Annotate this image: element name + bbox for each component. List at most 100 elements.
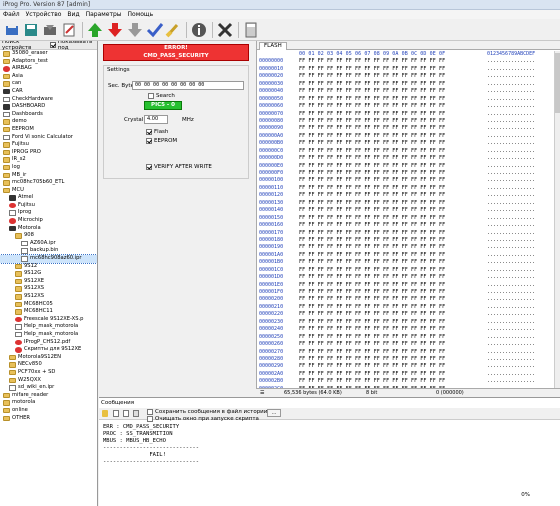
- hex-bytes[interactable]: FF FF FF FF FF FF FF FF FF FF FF FF FF F…: [299, 103, 445, 110]
- hex-row[interactable]: 00000290 FF FF FF FF FF FF FF FF FF FF FF…: [257, 363, 560, 370]
- hex-bytes[interactable]: FF FF FF FF FF FF FF FF FF FF FF FF FF F…: [299, 192, 445, 199]
- tree-item[interactable]: Asia: [0, 73, 97, 81]
- hex-row[interactable]: 000000E0 FF FF FF FF FF FF FF FF FF FF FF…: [257, 163, 560, 170]
- hex-row[interactable]: 00000280 FF FF FF FF FF FF FF FF FF FF FF…: [257, 356, 560, 363]
- hex-bytes[interactable]: FF FF FF FF FF FF FF FF FF FF FF FF FF F…: [299, 185, 445, 192]
- hex-row[interactable]: 000000A0 FF FF FF FF FF FF FF FF FF FF FF…: [257, 133, 560, 140]
- hex-scrollbar-thumb[interactable]: [555, 53, 560, 113]
- info-icon[interactable]: [190, 21, 208, 39]
- tree-item[interactable]: Dashboards: [0, 111, 97, 119]
- hex-row[interactable]: 00000210 FF FF FF FF FF FF FF FF FF FF FF…: [257, 304, 560, 311]
- tree-item[interactable]: IPROG PRO: [0, 149, 97, 157]
- save-history-row[interactable]: Сохранить сообщения в файл истории: [147, 409, 267, 415]
- tab-flash[interactable]: FLASH: [259, 42, 287, 50]
- tree-item[interactable]: 9S12XS: [0, 293, 97, 301]
- hex-row[interactable]: 00000060 FF FF FF FF FF FF FF FF FF FF FF…: [257, 103, 560, 110]
- tree-item[interactable]: Motorola9S12EN: [0, 354, 97, 362]
- hex-bytes[interactable]: FF FF FF FF FF FF FF FF FF FF FF FF FF F…: [299, 118, 445, 125]
- hex-bytes[interactable]: FF FF FF FF FF FF FF FF FF FF FF FF FF F…: [299, 155, 445, 162]
- hex-row[interactable]: 00000250 FF FF FF FF FF FF FF FF FF FF FF…: [257, 334, 560, 341]
- browse-button[interactable]: …: [267, 409, 281, 417]
- tree-item[interactable]: Help_mask_motorola: [0, 323, 97, 331]
- tree-item[interactable]: Motorola: [0, 225, 97, 233]
- hex-row[interactable]: 00000020 FF FF FF FF FF FF FF FF FF FF FF…: [257, 73, 560, 80]
- flash-checkbox-row[interactable]: Flash: [146, 129, 168, 135]
- tree-item[interactable]: CheckHardware: [0, 96, 97, 104]
- eeprom-checkbox-row[interactable]: EEPROM: [146, 138, 177, 144]
- tree-item[interactable]: Fujitsu: [0, 202, 97, 210]
- hex-bytes[interactable]: FF FF FF FF FF FF FF FF FF FF FF FF FF F…: [299, 326, 445, 333]
- hex-row[interactable]: 00000230 FF FF FF FF FF FF FF FF FF FF FF…: [257, 319, 560, 326]
- hex-row[interactable]: 000001F0 FF FF FF FF FF FF FF FF FF FF FF…: [257, 289, 560, 296]
- hex-row[interactable]: 00000150 FF FF FF FF FF FF FF FF FF FF FF…: [257, 215, 560, 222]
- hex-row[interactable]: 00000240 FF FF FF FF FF FF FF FF FF FF FF…: [257, 326, 560, 333]
- hex-row[interactable]: 00000140 FF FF FF FF FF FF FF FF FF FF FF…: [257, 207, 560, 214]
- hex-row[interactable]: 00000170 FF FF FF FF FF FF FF FF FF FF FF…: [257, 230, 560, 237]
- hex-bytes[interactable]: FF FF FF FF FF FF FF FF FF FF FF FF FF F…: [299, 356, 445, 363]
- tree-item[interactable]: Ford Vi sonic Calculator: [0, 134, 97, 142]
- hex-bytes[interactable]: FF FF FF FF FF FF FF FF FF FF FF FF FF F…: [299, 334, 445, 341]
- verify-checkbox-row[interactable]: VERIFY AFTER WRITE: [146, 164, 212, 170]
- tree-item[interactable]: IProgP_CHS12.pdf: [0, 339, 97, 347]
- tree-item[interactable]: motorola: [0, 399, 97, 407]
- hex-bytes[interactable]: FF FF FF FF FF FF FF FF FF FF FF FF FF F…: [299, 230, 445, 237]
- tree-item[interactable]: OTHER: [0, 415, 97, 423]
- hex-bytes[interactable]: FF FF FF FF FF FF FF FF FF FF FF FF FF F…: [299, 363, 445, 370]
- verify-checkbox[interactable]: [146, 164, 152, 170]
- hex-scrollbar[interactable]: [554, 51, 560, 419]
- write-down-arrow-icon[interactable]: [106, 21, 124, 39]
- hex-row[interactable]: 000002A0 FF FF FF FF FF FF FF FF FF FF FF…: [257, 371, 560, 378]
- hex-bytes[interactable]: FF FF FF FF FF FF FF FF FF FF FF FF FF F…: [299, 282, 445, 289]
- hex-row[interactable]: 00000040 FF FF FF FF FF FF FF FF FF FF FF…: [257, 88, 560, 95]
- tree-item[interactable]: mifare_reader: [0, 392, 97, 400]
- hex-bytes[interactable]: FF FF FF FF FF FF FF FF FF FF FF FF FF F…: [299, 111, 445, 118]
- hex-row[interactable]: 000001E0 FF FF FF FF FF FF FF FF FF FF FF…: [257, 282, 560, 289]
- hex-bytes[interactable]: FF FF FF FF FF FF FF FF FF FF FF FF FF F…: [299, 177, 445, 184]
- hex-row[interactable]: 000001D0 FF FF FF FF FF FF FF FF FF FF FF…: [257, 274, 560, 281]
- calculator-icon[interactable]: [242, 21, 260, 39]
- tree-item[interactable]: sd_wiki_en.ipr: [0, 384, 97, 392]
- hex-row[interactable]: 00000190 FF FF FF FF FF FF FF FF FF FF FF…: [257, 244, 560, 251]
- hex-bytes[interactable]: FF FF FF FF FF FF FF FF FF FF FF FF FF F…: [299, 163, 445, 170]
- tree-item[interactable]: Fujitsu: [0, 141, 97, 149]
- check-icon[interactable]: [146, 21, 164, 39]
- hex-row[interactable]: 00000030 FF FF FF FF FF FF FF FF FF FF FF…: [257, 81, 560, 88]
- tree-item[interactable]: MC68HC11: [0, 308, 97, 316]
- hex-row[interactable]: 000000D0 FF FF FF FF FF FF FF FF FF FF FF…: [257, 155, 560, 162]
- tree-item[interactable]: W25QXX: [0, 377, 97, 385]
- clear-on-run-checkbox[interactable]: [147, 416, 153, 422]
- hex-bytes[interactable]: FF FF FF FF FF FF FF FF FF FF FF FF FF F…: [299, 311, 445, 318]
- hex-bytes[interactable]: FF FF FF FF FF FF FF FF FF FF FF FF FF F…: [299, 304, 445, 311]
- hex-bytes[interactable]: FF FF FF FF FF FF FF FF FF FF FF FF FF F…: [299, 148, 445, 155]
- tree-item[interactable]: 9S12G: [0, 270, 97, 278]
- hex-row[interactable]: 00000180 FF FF FF FF FF FF FF FF FF FF FF…: [257, 237, 560, 244]
- tree-item[interactable]: 908: [0, 232, 97, 240]
- hex-row[interactable]: 000000F0 FF FF FF FF FF FF FF FF FF FF FF…: [257, 170, 560, 177]
- tree-item[interactable]: AIRBAG: [0, 65, 97, 73]
- hex-bytes[interactable]: FF FF FF FF FF FF FF FF FF FF FF FF FF F…: [299, 140, 445, 147]
- tree-item[interactable]: MB_ir: [0, 172, 97, 180]
- menu-settings[interactable]: Параметры: [83, 10, 125, 19]
- hex-bytes[interactable]: FF FF FF FF FF FF FF FF FF FF FF FF FF F…: [299, 274, 445, 281]
- tree-item[interactable]: MCU: [0, 187, 97, 195]
- brush-icon[interactable]: [102, 410, 108, 417]
- hex-row[interactable]: 00000070 FF FF FF FF FF FF FF FF FF FF FF…: [257, 111, 560, 118]
- tree-item[interactable]: log: [0, 164, 97, 172]
- hex-bytes[interactable]: FF FF FF FF FF FF FF FF FF FF FF FF FF F…: [299, 215, 445, 222]
- menu-device[interactable]: Устройство: [23, 10, 65, 19]
- save-history-checkbox[interactable]: [147, 409, 153, 415]
- sec-bytes-input[interactable]: 00 00 00 00 00 00 00 00: [132, 81, 244, 90]
- tree-item[interactable]: Скрипты для 9S12XE: [0, 346, 97, 354]
- tree-item[interactable]: mc08hc705b60_ETL: [0, 179, 97, 187]
- hex-bytes[interactable]: FF FF FF FF FF FF FF FF FF FF FF FF FF F…: [299, 252, 445, 259]
- hex-bytes[interactable]: FF FF FF FF FF FF FF FF FF FF FF FF FF F…: [299, 125, 445, 132]
- search-checkbox[interactable]: [148, 93, 154, 99]
- tree-item[interactable]: 9S12: [0, 263, 97, 271]
- hex-bytes[interactable]: FF FF FF FF FF FF FF FF FF FF FF FF FF F…: [299, 237, 445, 244]
- menu-help[interactable]: Помощь: [125, 10, 157, 19]
- hex-bytes[interactable]: FF FF FF FF FF FF FF FF FF FF FF FF FF F…: [299, 267, 445, 274]
- hex-row[interactable]: 00000200 FF FF FF FF FF FF FF FF FF FF FF…: [257, 296, 560, 303]
- tree-item[interactable]: Microchip: [0, 217, 97, 225]
- hex-bytes[interactable]: FF FF FF FF FF FF FF FF FF FF FF FF FF F…: [299, 200, 445, 207]
- tree-item[interactable]: IR_s2: [0, 156, 97, 164]
